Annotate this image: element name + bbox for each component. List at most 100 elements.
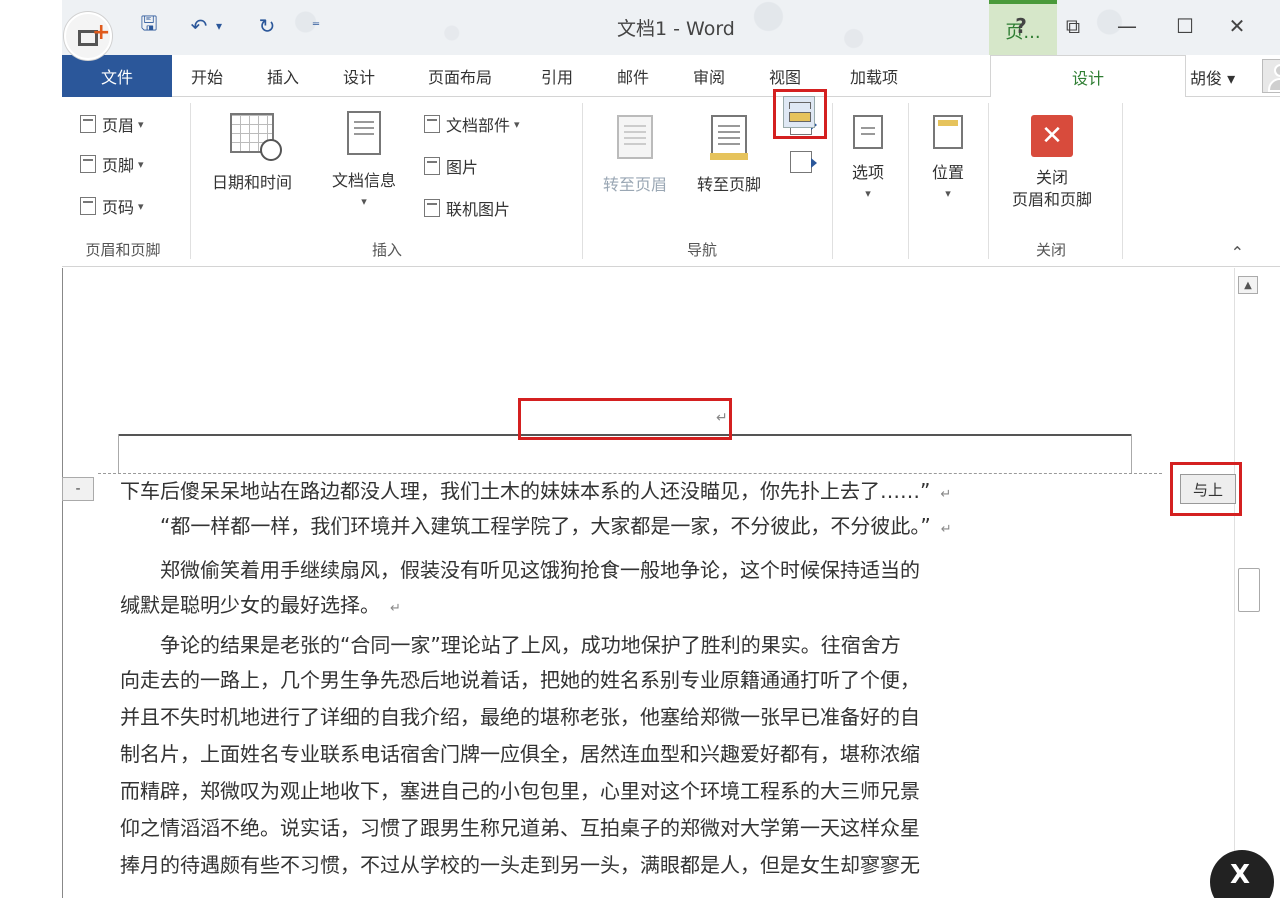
document-paragraph[interactable]: 争论的结果是老张的“合同一家”理论站了上风，成功地保护了胜利的果实。往宿舍方 (120, 628, 1160, 663)
paragraph-text: 下车后傻呆呆地站在路边都没人理，我们土木的妹妹本系的人还没瞄见，你先扑上去了……… (120, 479, 931, 503)
group-separator (832, 103, 833, 259)
group-separator (190, 103, 191, 259)
document-paragraph[interactable]: 郑微偷笑着用手继续扇风，假装没有听见这饿狗抢食一般地争论，这个时候保持适当的 (120, 553, 1160, 588)
save-icon[interactable]: 🖫 (134, 11, 164, 40)
tab-design[interactable]: 设计 (334, 55, 384, 97)
paragraph-text: 仰之情滔滔不绝。说实话，习惯了跟男生称兄道弟、互拍桌子的郑微对大学第一天这样众星 (120, 816, 920, 840)
paragraph-text: 郑微偷笑着用手继续扇风，假装没有听见这饿狗抢食一般地争论，这个时候保持适当的 (120, 558, 920, 582)
document-paragraph[interactable]: 缄默是聪明少女的最好选择。 ↵ (120, 588, 1160, 626)
header-section-tag: - (62, 477, 94, 501)
page-number-button[interactable]: 页码 ▾ (80, 193, 144, 219)
tab-addins[interactable]: 加载项 (834, 55, 914, 97)
group-separator (908, 103, 909, 259)
online-picture-button[interactable]: 联机图片 (424, 195, 510, 221)
chevron-down-icon: ▾ (138, 199, 144, 213)
calendar-clock-icon (230, 113, 282, 161)
document-info-label: 文档信息 (331, 171, 396, 190)
scroll-up-arrow-icon[interactable]: ▲ (1238, 276, 1258, 294)
header-edit-area-highlight[interactable] (518, 398, 732, 440)
customize-qat-icon[interactable]: ⁼ (306, 12, 326, 40)
group-label-close: 关闭 (1035, 241, 1066, 259)
footer-button[interactable]: 页脚 ▾ (80, 151, 144, 177)
tab-mailings[interactable]: 邮件 (608, 55, 658, 97)
tab-page-layout[interactable]: 页面布局 (414, 55, 506, 97)
maximize-button[interactable]: ☐ (1170, 12, 1200, 40)
group-label-header-footer: 页眉和页脚 (85, 241, 161, 259)
date-time-button[interactable]: 日期和时间 (200, 113, 304, 193)
paragraph-mark-icon: ↵ (716, 410, 728, 426)
close-icon: ✕ (1031, 115, 1073, 157)
picture-label: 图片 (446, 158, 479, 177)
undo-dropdown-icon[interactable]: ▾ (212, 12, 226, 40)
close-icon: X (1230, 860, 1251, 890)
group-separator (988, 103, 989, 259)
tab-review[interactable]: 审阅 (684, 55, 734, 97)
paragraph-mark-icon: ↵ (390, 601, 401, 616)
group-separator (1122, 103, 1123, 259)
clock-icon (260, 139, 282, 161)
picture-button[interactable]: 图片 (424, 153, 478, 179)
help-button[interactable]: ? (1006, 12, 1036, 40)
chevron-down-icon: ▾ (865, 187, 871, 200)
add-icon: + (64, 12, 112, 60)
tab-references[interactable]: 引用 (532, 55, 582, 97)
goto-footer-icon (710, 115, 748, 160)
header-button[interactable]: 页眉 ▾ (80, 111, 144, 137)
close-label-line2: 页眉和页脚 (1011, 190, 1092, 209)
scrollbar-thumb[interactable] (1238, 568, 1260, 612)
highlight-box-same-as-previous (1170, 462, 1242, 516)
undo-icon[interactable]: ↶ (186, 12, 212, 40)
close-header-footer-button[interactable]: ✕ 关闭 页眉和页脚 (992, 115, 1112, 211)
group-label-insert: 插入 (371, 241, 402, 259)
goto-footer-button[interactable]: 转至页脚 (682, 115, 776, 195)
document-paragraph[interactable]: 并且不失时机地进行了详细的自我介绍，最绝的堪称老张，他塞给郑微一张早已准备好的自 (120, 700, 1160, 735)
tab-insert[interactable]: 插入 (258, 55, 308, 97)
tab-home[interactable]: 开始 (182, 55, 232, 97)
quick-parts-button[interactable]: 文档部件 ▾ (424, 111, 520, 137)
goto-header-icon (617, 115, 653, 159)
document-paragraph[interactable]: 向走去的一路上，几个男生争先恐后地说着话，把她的姓名系别专业原籍通通打听了个便， (120, 663, 1160, 698)
group-separator (582, 103, 583, 259)
ribbon-display-options-button[interactable]: ⧉ (1058, 12, 1088, 40)
paragraph-mark-icon: ↵ (940, 487, 952, 502)
date-time-label: 日期和时间 (211, 173, 292, 192)
paragraph-text: 捧月的待遇颇有些不习惯，不过从学校的一头走到另一头，满眼都是人，但是女生却寥寥无 (120, 853, 920, 877)
tab-header-footer-design[interactable]: 设计 (990, 55, 1186, 98)
quick-parts-label: 文档部件 (446, 116, 511, 135)
position-icon (933, 115, 963, 149)
page-number-icon (80, 197, 96, 215)
next-section-icon[interactable] (790, 151, 817, 173)
group-label-navigation: 导航 (686, 241, 717, 259)
options-icon (853, 115, 883, 149)
avatar[interactable] (1262, 59, 1280, 93)
position-button[interactable]: 位置 ▾ (914, 115, 982, 200)
document-paragraph[interactable]: “都一样都一样，我们环境并入建筑工程学院了，大家都是一家，不分彼此，不分彼此。”… (120, 509, 1160, 547)
picture-icon (424, 157, 440, 175)
document-paragraph[interactable]: 而精辟，郑微叹为观止地收下，塞进自己的小包包里，心里对这个环境工程系的大三师兄景 (120, 774, 1160, 809)
highlight-box-link-to-previous (773, 89, 827, 139)
document-paragraph[interactable]: 捧月的待遇颇有些不习惯，不过从学校的一头走到另一头，满眼都是人，但是女生却寥寥无 (120, 848, 1160, 883)
chevron-down-icon: ▾ (138, 117, 144, 131)
chevron-down-icon: ▾ (514, 117, 520, 131)
document-paragraph[interactable]: 下车后傻呆呆地站在路边都没人理，我们土木的妹妹本系的人还没瞄见，你先扑上去了……… (120, 474, 1160, 512)
ribbon-tabs: 文件 开始 插入 设计 页面布局 引用 邮件 审阅 视图 加载项 设计 胡俊 ▾ (62, 55, 1280, 98)
position-label: 位置 (931, 163, 964, 182)
collapse-ribbon-icon[interactable]: ⌃ (1231, 243, 1244, 262)
minimize-button[interactable]: — (1112, 12, 1142, 40)
page-number-label: 页码 (102, 198, 135, 217)
goto-header-button[interactable]: 转至页眉 (590, 115, 680, 195)
redo-icon[interactable]: ↻ (254, 12, 280, 40)
options-button[interactable]: 选项 ▾ (836, 115, 900, 200)
close-window-button[interactable]: ✕ (1222, 12, 1252, 40)
header-left-tick (118, 434, 119, 474)
tab-file[interactable]: 文件 (62, 55, 172, 97)
document-paragraph[interactable]: 制名片，上面姓名专业联系电话宿舍门牌一应俱全，居然连血型和兴趣爱好都有，堪称浓缩 (120, 737, 1160, 772)
user-account-name[interactable]: 胡俊 ▾ (1190, 65, 1235, 89)
document-paragraph[interactable]: 仰之情滔滔不绝。说实话，习惯了跟男生称兄道弟、互拍桌子的郑微对大学第一天这样众星 (120, 811, 1160, 846)
online-picture-icon (424, 199, 440, 217)
avatar-head (1274, 64, 1280, 77)
document-info-button[interactable]: 文档信息 ▾ (316, 111, 412, 208)
avatar-body (1268, 78, 1280, 92)
goto-header-label: 转至页眉 (602, 175, 667, 194)
paragraph-text: 缄默是聪明少女的最好选择。 (120, 593, 380, 617)
